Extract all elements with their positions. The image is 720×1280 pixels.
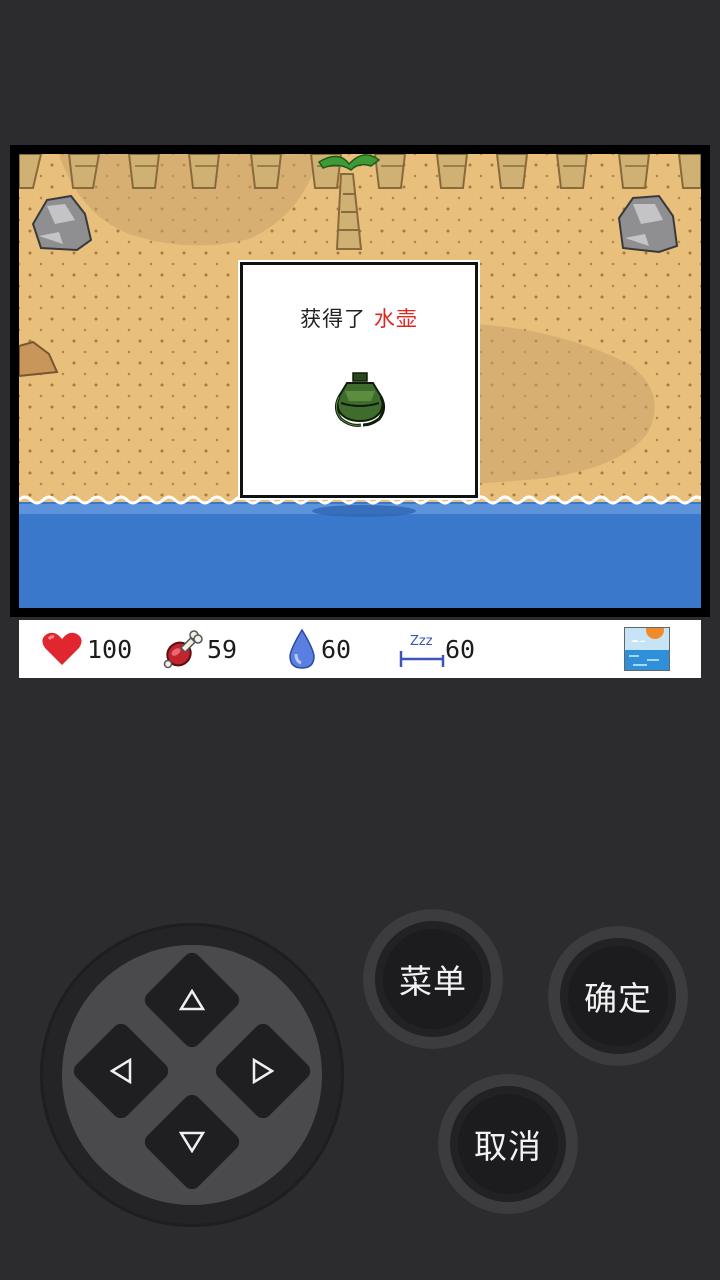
rock-edge	[19, 340, 59, 378]
dialog-item-name: 水壶	[373, 307, 418, 331]
game-screen: 获得了 水壶 100 59 60 Zzz 60 菜单 确定 取消	[0, 0, 720, 1280]
sleep-zzz-label: Zzz	[410, 634, 433, 649]
dpad-left-button[interactable]	[70, 1020, 172, 1122]
heart-icon	[42, 632, 82, 665]
arrow-up-icon	[179, 989, 205, 1011]
menu-button[interactable]: 菜单	[363, 909, 503, 1049]
water-value: 60	[321, 634, 352, 664]
health-value: 100	[87, 634, 133, 664]
arrow-right-icon	[252, 1058, 274, 1084]
menu-button-label: 菜单	[383, 929, 483, 1029]
bed-sleep-icon: Zzz	[399, 634, 445, 667]
confirm-button-label: 确定	[568, 946, 668, 1046]
status-bar: 100 59 60 Zzz 60	[19, 620, 701, 678]
water-stat: 60	[287, 620, 351, 678]
cancel-button-label: 取消	[458, 1094, 558, 1194]
rock-right	[617, 194, 679, 254]
green-canteen-icon	[334, 372, 386, 427]
dpad-right-button[interactable]	[212, 1020, 314, 1122]
cancel-button[interactable]: 取消	[438, 1074, 578, 1214]
arrow-left-icon	[110, 1058, 132, 1084]
dialog-message-prefix: 获得了	[300, 307, 367, 331]
arrow-down-icon	[179, 1131, 205, 1153]
sunny-sea-icon[interactable]	[624, 627, 670, 671]
food-value: 59	[207, 634, 238, 664]
confirm-button[interactable]: 确定	[548, 926, 688, 1066]
sleep-value: 60	[445, 634, 476, 664]
sea	[19, 495, 701, 608]
sleep-stat: Zzz 60	[399, 620, 475, 678]
item-obtained-dialog[interactable]: 获得了 水壶	[238, 260, 480, 500]
health-stat: 100	[41, 620, 132, 678]
food-stat: 59	[163, 620, 237, 678]
dialog-message: 获得了 水壶	[243, 303, 475, 333]
water-drop-icon	[289, 628, 315, 669]
directional-pad	[40, 923, 344, 1227]
meat-icon	[163, 630, 203, 669]
rock-left	[31, 194, 93, 252]
